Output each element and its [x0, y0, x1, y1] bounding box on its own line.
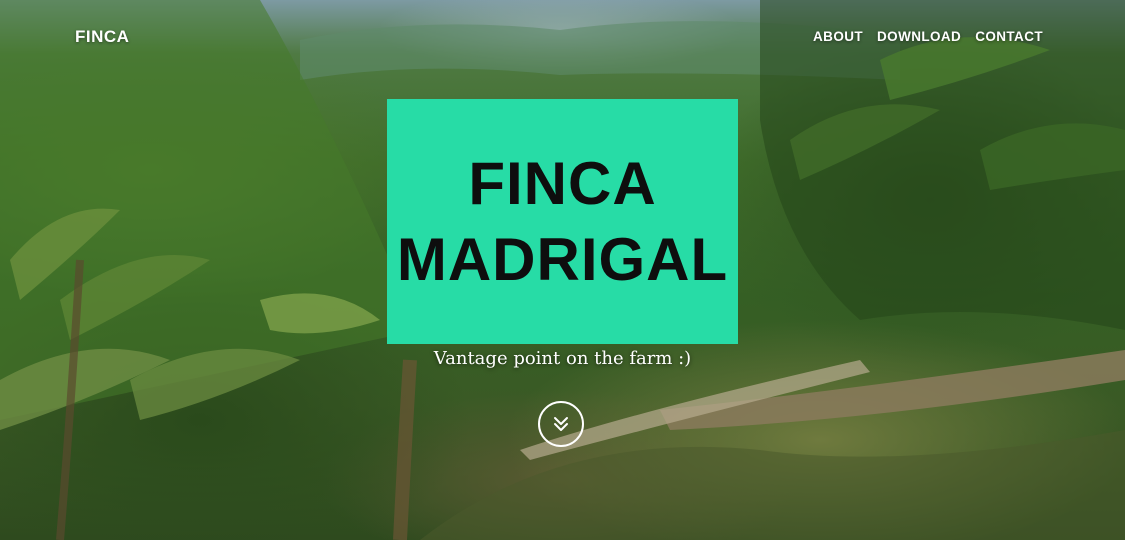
nav-link-contact[interactable]: CONTACT: [975, 29, 1043, 44]
nav-link-about[interactable]: ABOUT: [813, 29, 863, 44]
scroll-down-button[interactable]: [538, 401, 584, 447]
nav-link-download[interactable]: DOWNLOAD: [877, 29, 961, 44]
hero-section: FINCA ABOUT DOWNLOAD CONTACT FINCA MADRI…: [0, 0, 1125, 540]
hero-title-line-2: MADRIGAL: [396, 225, 729, 293]
hero-subtitle: Vantage point on the farm :): [433, 348, 692, 369]
brand-logo-link[interactable]: FINCA: [75, 27, 129, 47]
hero-title-box: FINCA MADRIGAL: [387, 99, 738, 344]
hero-title-line-1: FINCA: [468, 149, 657, 217]
double-chevron-down-icon: [554, 417, 568, 431]
nav-links: ABOUT DOWNLOAD CONTACT: [813, 29, 1043, 44]
top-navbar: FINCA ABOUT DOWNLOAD CONTACT: [0, 0, 1125, 72]
